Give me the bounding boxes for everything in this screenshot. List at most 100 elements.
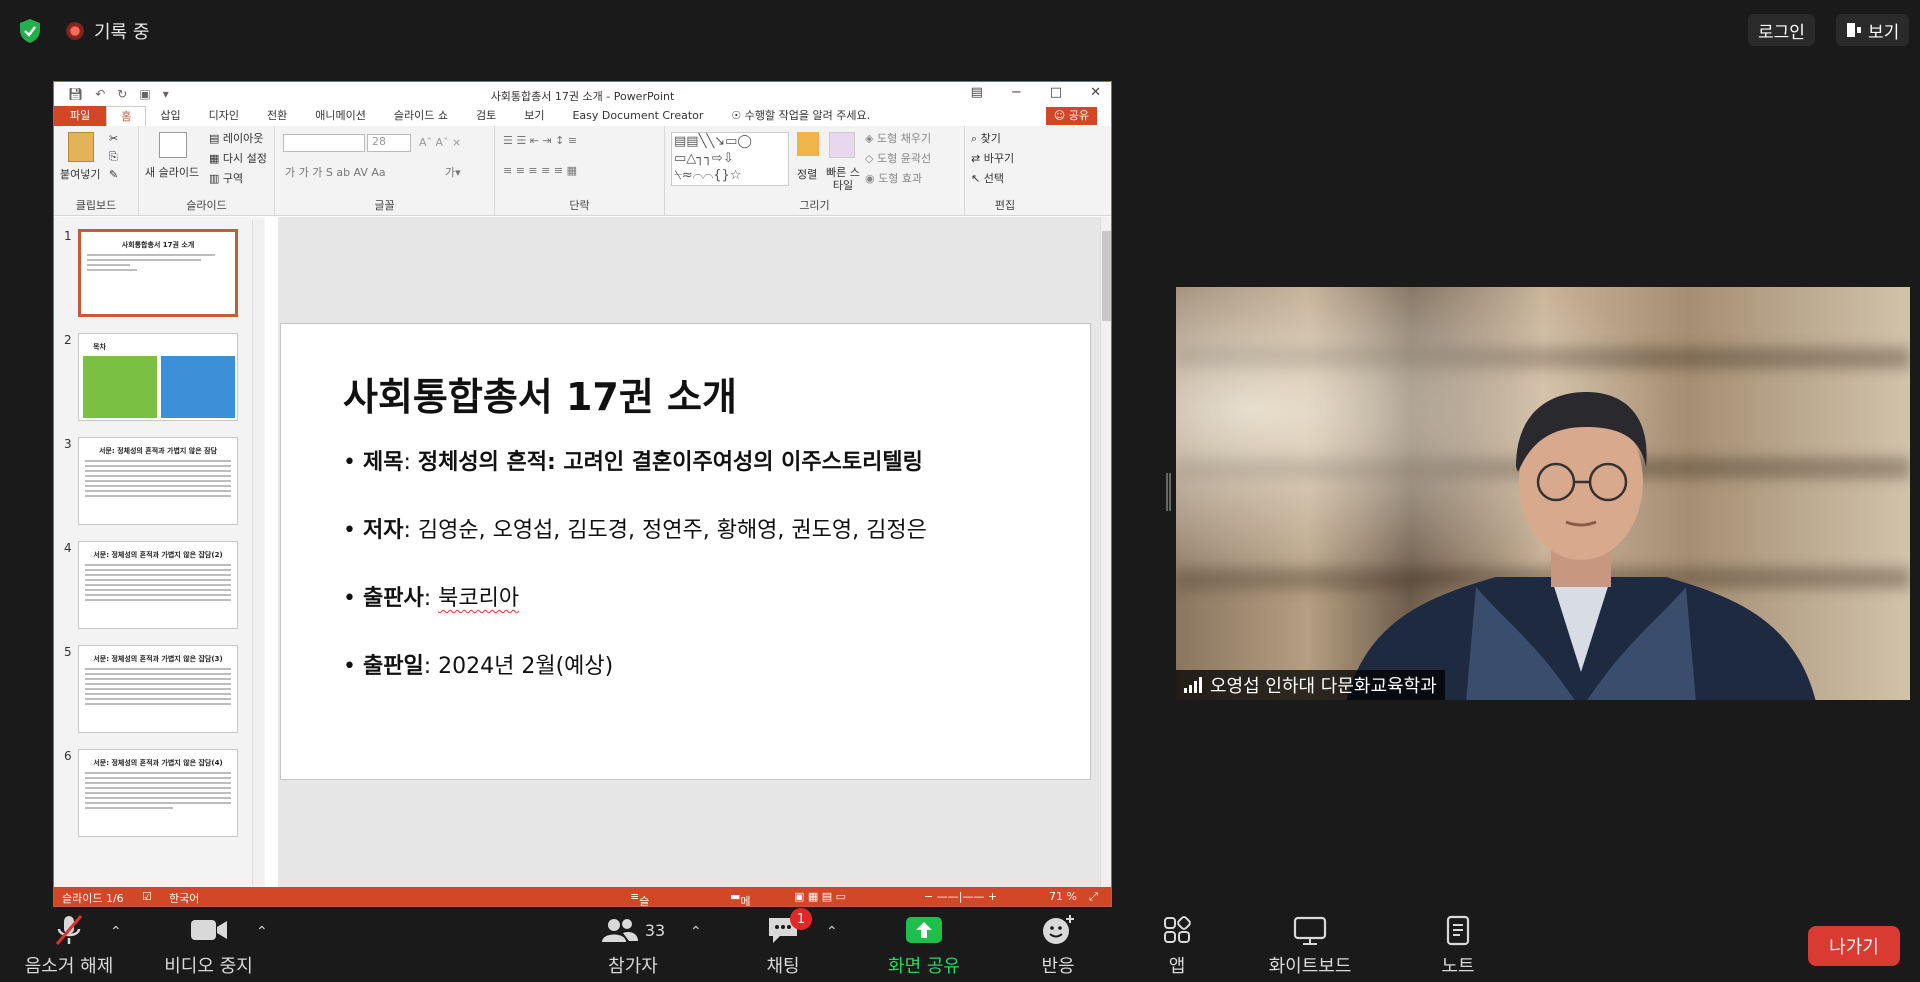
group-slides: 새 슬라이드 ▤ 레이아웃 ▦ 다시 설정 ▥ 구역 슬라이드 xyxy=(139,126,275,216)
replace-button[interactable]: ⇄ 바꾸기 xyxy=(971,150,1014,166)
slide-thumbnail-3[interactable]: 서문: 정체성의 흔적과 가볍지 않은 잠담 xyxy=(78,437,238,525)
view-button[interactable]: 보기 xyxy=(1836,14,1910,46)
unmute-label: 음소거 해제 xyxy=(24,956,114,977)
security-shield-icon[interactable] xyxy=(18,18,42,44)
tab-insert[interactable]: 삽입 xyxy=(146,106,194,126)
slide-scroll-thumb[interactable] xyxy=(1102,231,1111,321)
whiteboard-button[interactable]: 화이트보드 xyxy=(1260,910,1360,982)
view-mode-icons[interactable]: ▣ ▦ ▤ ▭ xyxy=(794,890,846,903)
chat-options-caret-icon[interactable]: ⌃ xyxy=(826,924,838,940)
thumb-green-block xyxy=(83,356,157,418)
slide-thumbnail-4[interactable]: 서문: 정체성의 흔적과 가볍지 않은 잡담(2) xyxy=(78,541,238,629)
quick-styles-button[interactable]: 빠른 스타일 xyxy=(825,166,861,192)
tell-me-label: 수행할 작업을 알려 주세요. xyxy=(744,109,871,122)
chat-button[interactable]: 1 채팅 xyxy=(750,908,816,982)
video-options-caret-icon[interactable]: ⌃ xyxy=(256,924,268,940)
shape-fill-button[interactable]: ◈ 도형 채우기 xyxy=(865,130,931,146)
split-view-handle[interactable] xyxy=(1166,473,1171,511)
leave-meeting-button[interactable]: 나가기 xyxy=(1808,926,1900,966)
leave-label: 나가기 xyxy=(1829,937,1879,958)
slide-thumbnails-pane: 1 사회통합총서 17권 소개 2 목차 3 서문: 정체성의 흔적과 가볍지 … xyxy=(54,217,265,889)
slide-thumbnail-2[interactable]: 목차 xyxy=(78,333,238,421)
select-button[interactable]: ↖ 선택 xyxy=(971,170,1004,186)
thumbnails-scrollbar[interactable] xyxy=(252,220,264,886)
participant-name-bar: 오영섭 인하대 다문화교육학과 xyxy=(1176,670,1445,700)
tab-view[interactable]: 보기 xyxy=(510,106,558,126)
paste-icon[interactable] xyxy=(68,132,94,162)
tab-design[interactable]: 디자인 xyxy=(195,106,253,126)
shape-outline-button[interactable]: ◇ 도형 윤곽선 xyxy=(865,150,931,166)
tell-me-box[interactable]: ☉ 수행할 작업을 알려 주세요. xyxy=(717,106,884,126)
spellcheck-icon[interactable]: ☑ xyxy=(142,890,152,903)
notes-button[interactable]: ≡ 슬라이드 노트 xyxy=(630,890,649,906)
reset-label: 다시 설정 xyxy=(222,152,267,165)
shapes-gallery[interactable]: ▤▤╲╲↘▭◯ ▭△┐┐⇨⇩ ⍀≈⌒⌒{}☆ xyxy=(671,132,789,186)
tab-file[interactable]: 파일 xyxy=(54,106,107,126)
font-color-icon[interactable]: 가▾ xyxy=(445,164,461,180)
shape-effects-button[interactable]: ◉ 도형 효과 xyxy=(865,170,922,186)
slide-title: 사회통합총서 17권 소개 xyxy=(343,375,737,419)
tab-animations[interactable]: 애니메이션 xyxy=(301,106,380,126)
grow-shrink-font-icons[interactable]: Aˆ Aˇ ⨯ xyxy=(419,136,461,149)
group-label-drawing: 그리기 xyxy=(799,199,830,212)
share-screen-button[interactable]: 화면 공유 xyxy=(874,910,974,982)
format-painter-icon[interactable]: ✎ xyxy=(109,168,118,181)
comments-button[interactable]: ▬ 메모 xyxy=(730,890,751,906)
slide-thumbnail-5[interactable]: 서문: 정체성의 흔적과 가볍지 않은 잡담(3) xyxy=(78,645,238,733)
slide-thumbnail-1[interactable]: 사회통합총서 17권 소개 xyxy=(78,229,238,317)
recording-indicator[interactable]: 기록 중 xyxy=(66,18,149,44)
align-icons[interactable]: ≡ ≡ ≡ ≡ ≡ ▦ xyxy=(503,164,577,177)
new-slide-icon[interactable] xyxy=(159,132,187,158)
reset-button[interactable]: ▦ 다시 설정 xyxy=(209,150,267,166)
share-label: 공유 xyxy=(1068,109,1089,122)
login-button[interactable]: 로그인 xyxy=(1748,14,1815,46)
quick-styles-icon[interactable] xyxy=(829,132,855,158)
arrange-button[interactable]: 정렬 xyxy=(797,166,817,182)
zoom-slider[interactable]: − ——|—— + xyxy=(924,890,997,903)
thumb-lines xyxy=(85,772,231,809)
arrange-icon[interactable] xyxy=(797,132,819,156)
close-icon[interactable]: ✕ xyxy=(1090,85,1101,100)
list-icons[interactable]: ☰ ☰ ⇤ ⇥ ↕ ≡ xyxy=(503,134,577,147)
tab-home[interactable]: 홈 xyxy=(106,106,147,126)
find-button[interactable]: ⌕ 찾기 xyxy=(971,130,1001,146)
font-size-box[interactable]: 28 xyxy=(367,134,411,152)
login-label: 로그인 xyxy=(1758,22,1805,43)
slide-scrollbar[interactable] xyxy=(1100,217,1111,889)
audio-options-caret-icon[interactable]: ⌃ xyxy=(110,924,122,940)
tab-slideshow[interactable]: 슬라이드 쇼 xyxy=(380,106,462,126)
ribbon-display-icon[interactable]: ▤ xyxy=(971,85,983,100)
apps-button[interactable]: 앱 xyxy=(1152,910,1202,982)
zoom-level[interactable]: 71 % xyxy=(1049,890,1077,903)
maximize-icon[interactable]: □ xyxy=(1050,85,1062,100)
tab-easy-document-creator[interactable]: Easy Document Creator xyxy=(558,106,717,126)
layout-button[interactable]: ▤ 레이아웃 xyxy=(209,130,263,146)
participants-button[interactable]: 33 참가자 xyxy=(588,910,678,982)
reactions-emoji-icon xyxy=(1043,915,1074,944)
copy-icon[interactable]: ⎘ xyxy=(109,150,118,164)
current-slide[interactable]: 사회통합총서 17권 소개 • 제목: 정체성의 흔적: 고려인 결혼이주여성의… xyxy=(280,323,1091,780)
font-name-box[interactable] xyxy=(283,134,365,152)
minimize-icon[interactable]: − xyxy=(1011,85,1022,100)
stop-video-button[interactable]: 비디오 중지 xyxy=(156,910,261,982)
participants-options-caret-icon[interactable]: ⌃ xyxy=(690,924,702,940)
new-slide-button[interactable]: 새 슬라이드 xyxy=(145,164,199,180)
reactions-button[interactable]: 반응 xyxy=(1022,910,1094,982)
section-button[interactable]: ▥ 구역 xyxy=(209,170,243,186)
share-button[interactable]: ☺ 공유 xyxy=(1045,107,1097,125)
apps-label: 앱 xyxy=(1168,956,1186,977)
bullet-authors-value: 김영순, 오영섭, 김도경, 정연주, 황해영, 권도영, 김정은 xyxy=(417,518,927,543)
paste-button[interactable]: 붙여넣기 xyxy=(60,166,100,182)
tab-review[interactable]: 검토 xyxy=(462,106,510,126)
tab-transitions[interactable]: 전환 xyxy=(253,106,301,126)
font-format-icons[interactable]: 가 가 가 S ab AV Aa xyxy=(285,164,386,180)
fit-slide-icon[interactable]: ⤢ xyxy=(1089,890,1098,904)
zoom-meeting-toolbar: 음소거 해제 ⌃ 비디오 중지 ⌃ 33 참가자 ⌃ 1 채팅 ⌃ 화면 공유 … xyxy=(0,908,1920,982)
slide-thumbnail-6[interactable]: 서문: 정체성의 흔적과 가볍지 않은 잡담(4) xyxy=(78,749,238,837)
unmute-button[interactable]: 음소거 해제 xyxy=(14,910,124,982)
participant-video[interactable]: 오영섭 인하대 다문화교육학과 xyxy=(1176,287,1910,700)
language-label[interactable]: 한국어 xyxy=(169,890,199,906)
notes-button[interactable]: 노트 xyxy=(1428,910,1488,982)
cut-icon[interactable]: ✂ xyxy=(109,132,118,145)
reactions-label: 반응 xyxy=(1041,956,1075,977)
